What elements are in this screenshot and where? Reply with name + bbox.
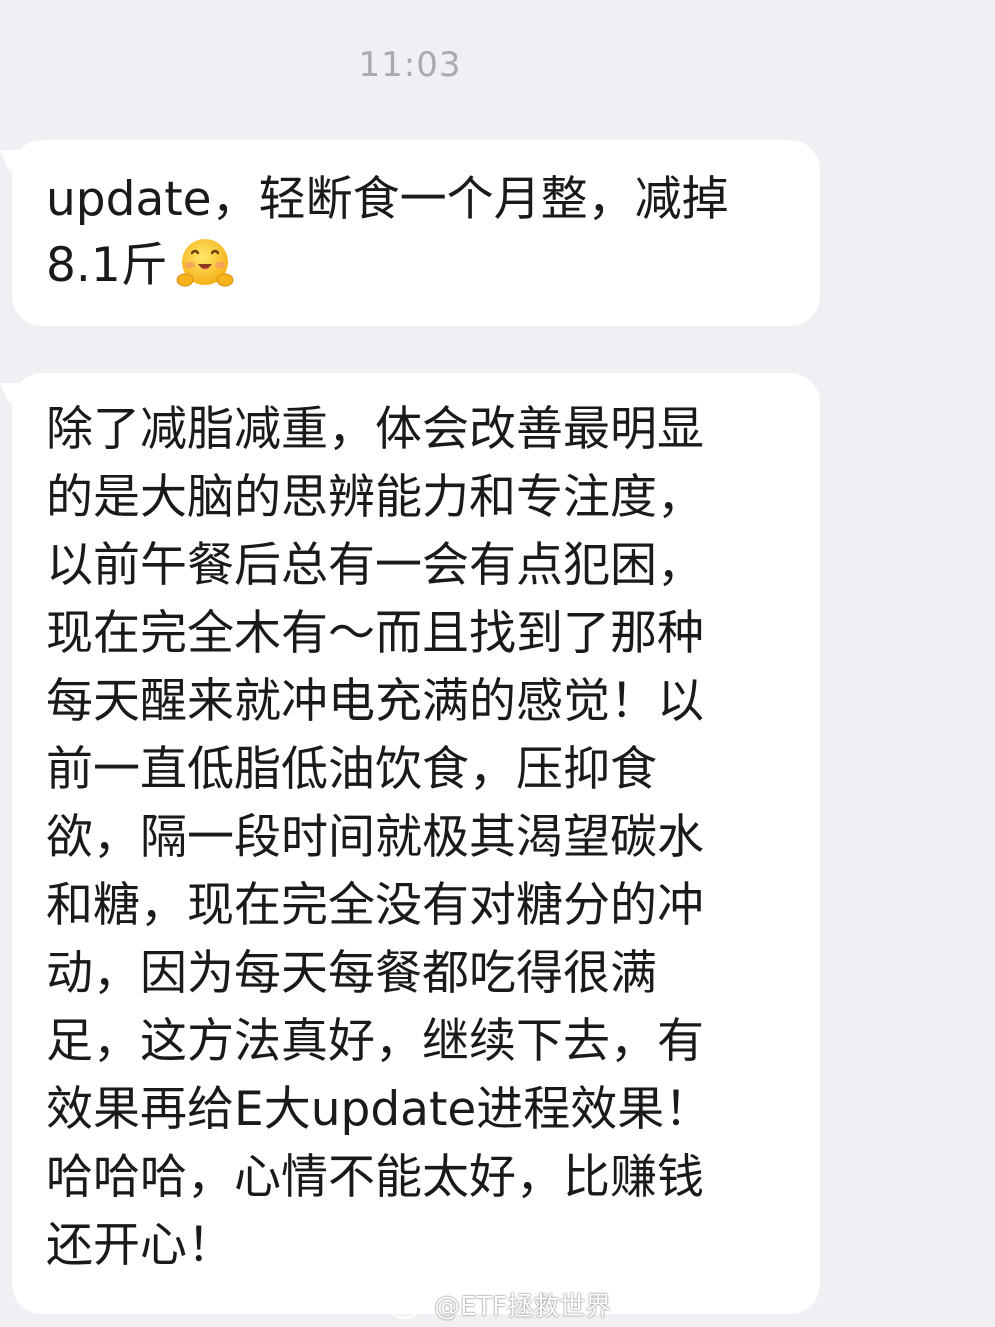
weibo-logo-icon — [389, 1288, 428, 1320]
message-text-2: 除了减脂减重，体会改善最明显 的是大脑的思辨能力和专注度， 以前午餐后总有一会有… — [46, 402, 712, 1273]
message-timestamp: 11:03 — [358, 45, 462, 85]
watermark-text: @ETF拯救世界 — [434, 1291, 612, 1322]
weibo-watermark: @ETF拯救世界 — [388, 1286, 611, 1322]
message-bubble-2[interactable]: 除了减脂减重，体会改善最明显 的是大脑的思辨能力和专注度， 以前午餐后总有一会有… — [12, 373, 820, 1314]
message-bubble-1[interactable]: update，轻断食一个月整，减掉 8.1斤 — [12, 140, 820, 326]
hugging-face-emoji-icon — [176, 239, 234, 287]
message-text-1: update，轻断食一个月整，减掉 8.1斤 — [46, 172, 729, 293]
